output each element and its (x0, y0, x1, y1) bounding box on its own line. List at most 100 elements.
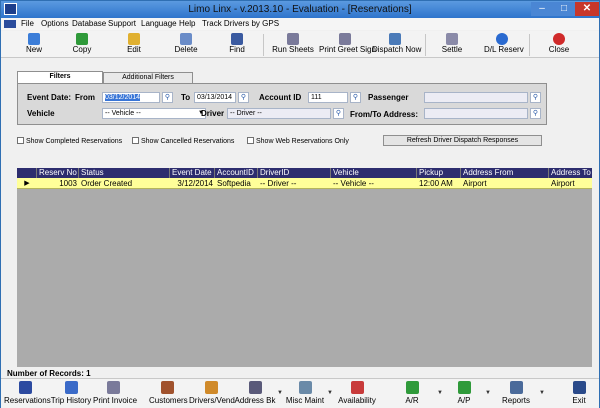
grid-header: Reserv No Status Event Date AccountID Dr… (17, 168, 592, 178)
settle-button[interactable]: Settle (437, 33, 467, 57)
new-button[interactable]: New (19, 33, 49, 57)
toolbar-separator (425, 34, 426, 56)
delete-icon (180, 33, 192, 45)
menu-language[interactable]: Language (141, 18, 177, 30)
menu-support[interactable]: Support (108, 18, 136, 30)
from-to-address-label: From/To Address: (350, 110, 419, 119)
column-header[interactable]: Event Date (170, 168, 215, 178)
column-header[interactable]: Address To (549, 168, 592, 178)
driver-input[interactable]: -- Driver -- (227, 108, 331, 119)
table-row[interactable]: ▶ 1003 Order Created 3/12/2014 Softpedia… (17, 178, 592, 189)
delete-button[interactable]: Delete (171, 33, 201, 57)
exit-icon (572, 381, 586, 394)
binoculars-icon (231, 33, 243, 45)
menu-file[interactable]: File (21, 18, 34, 30)
misc-maint-button[interactable]: Misc Maint (285, 381, 325, 408)
trip-history-button[interactable]: Trip History (50, 381, 92, 408)
title-bar: Limo Linx - v.2013.10 - Evaluation - [Re… (1, 1, 599, 18)
menu-database[interactable]: Database (72, 18, 106, 30)
close-button[interactable]: Close (544, 33, 574, 57)
close-icon (553, 33, 565, 45)
calendar-icon (350, 381, 364, 394)
driver-lookup-icon[interactable]: ⚲ (333, 108, 344, 119)
column-header[interactable]: Address From (461, 168, 549, 178)
customers-button[interactable]: Customers (149, 381, 188, 408)
dispatch-now-button[interactable]: Dispatch Now (372, 33, 421, 57)
column-header[interactable]: Vehicle (331, 168, 417, 178)
show-cancelled-checkbox[interactable]: Show Cancelled Reservations (132, 137, 234, 146)
menu-options[interactable]: Options (41, 18, 69, 30)
dispatch-icon (389, 33, 401, 45)
window-title: Limo Linx - v.2013.10 - Evaluation - [Re… (188, 4, 412, 15)
find-button[interactable]: Find (222, 33, 252, 57)
reservations-icon (18, 381, 32, 394)
run-sheets-button[interactable]: Run Sheets (271, 33, 315, 57)
column-header[interactable]: Status (79, 168, 170, 178)
ap-button[interactable]: A/P (451, 381, 477, 408)
to-date-input[interactable]: 03/13/2014 (194, 92, 236, 103)
show-web-only-checkbox[interactable]: Show Web Reservations Only (247, 137, 349, 146)
calendar-picker-icon[interactable]: ⚲ (162, 92, 173, 103)
ar-button[interactable]: A/R (399, 381, 425, 408)
account-lookup-icon[interactable]: ⚲ (350, 92, 361, 103)
vehicle-label: Vehicle (27, 109, 55, 118)
dl-reserv-button[interactable]: D/L Reserv (484, 33, 524, 57)
reservations-grid: Reserv No Status Event Date AccountID Dr… (17, 168, 592, 367)
print-invoice-button[interactable]: Print Invoice (93, 381, 137, 408)
column-header[interactable]: Reserv No (37, 168, 79, 178)
passenger-label: Passenger (368, 93, 409, 102)
reports-button[interactable]: Reports (501, 381, 531, 408)
menu-help[interactable]: Help (179, 18, 195, 30)
from-date-input[interactable]: 03/12/2014 (102, 92, 160, 103)
refresh-dispatch-button[interactable]: Refresh Driver Dispatch Responses (383, 135, 542, 146)
passenger-lookup-icon[interactable]: ⚲ (530, 92, 541, 103)
row-pointer-icon: ▶ (24, 180, 30, 187)
show-completed-checkbox[interactable]: Show Completed Reservations (17, 137, 122, 146)
account-id-label: Account ID (259, 93, 302, 102)
availability-button[interactable]: Availability (337, 381, 377, 408)
account-id-input[interactable]: 111 (308, 92, 348, 103)
toolbar-separator (263, 34, 264, 56)
copy-button[interactable]: Copy (67, 33, 97, 57)
printer-icon (106, 381, 120, 394)
column-header[interactable]: Pickup (417, 168, 461, 178)
toolbar-separator (529, 34, 530, 56)
drivers-vend-button[interactable]: Drivers/Vend (189, 381, 235, 408)
customer-icon (160, 381, 174, 394)
menu-track-gps[interactable]: Track Drivers by GPS (202, 18, 279, 30)
history-icon (64, 381, 78, 394)
chevron-down-icon[interactable]: ▼ (327, 390, 333, 396)
passenger-input[interactable] (424, 92, 528, 103)
pencil-icon (128, 33, 140, 45)
chevron-down-icon[interactable]: ▼ (277, 390, 283, 396)
from-to-address-input[interactable] (424, 108, 528, 119)
maximize-button[interactable]: □ (553, 2, 575, 16)
record-count: Number of Records: 1 (7, 369, 91, 378)
chevron-down-icon[interactable]: ▼ (485, 390, 491, 396)
wrench-icon (298, 381, 312, 394)
driver-icon (204, 381, 218, 394)
edit-button[interactable]: Edit (119, 33, 149, 57)
chevron-down-icon[interactable]: ▼ (437, 390, 443, 396)
from-label: From (75, 93, 95, 102)
reservations-button[interactable]: Reservations (4, 381, 51, 408)
exit-button[interactable]: Exit (567, 381, 591, 408)
printer-icon (287, 33, 299, 45)
column-header[interactable]: AccountID (215, 168, 258, 178)
event-date-label: Event Date: (27, 93, 72, 102)
info-icon (496, 33, 508, 45)
tab-additional-filters[interactable]: Additional Filters (103, 72, 193, 83)
calendar-picker-icon[interactable]: ⚲ (238, 92, 249, 103)
close-window-button[interactable]: ✕ (575, 2, 599, 16)
ar-icon (405, 381, 419, 394)
vehicle-select[interactable]: -- Vehicle -- ▼ (102, 108, 206, 119)
print-greet-sign-button[interactable]: Print Greet Sign (319, 33, 376, 57)
chevron-down-icon[interactable]: ▼ (539, 390, 545, 396)
bottom-navigation: Reservations Trip History Print Invoice … (1, 378, 599, 408)
reports-icon (509, 381, 523, 394)
filters-panel: Event Date: From 03/12/2014 ⚲ To 03/13/2… (17, 83, 547, 125)
minimize-button[interactable]: – (531, 2, 553, 16)
address-lookup-icon[interactable]: ⚲ (530, 108, 541, 119)
column-header[interactable]: DriverID (258, 168, 331, 178)
address-book-button[interactable]: Address Bk (234, 381, 276, 408)
